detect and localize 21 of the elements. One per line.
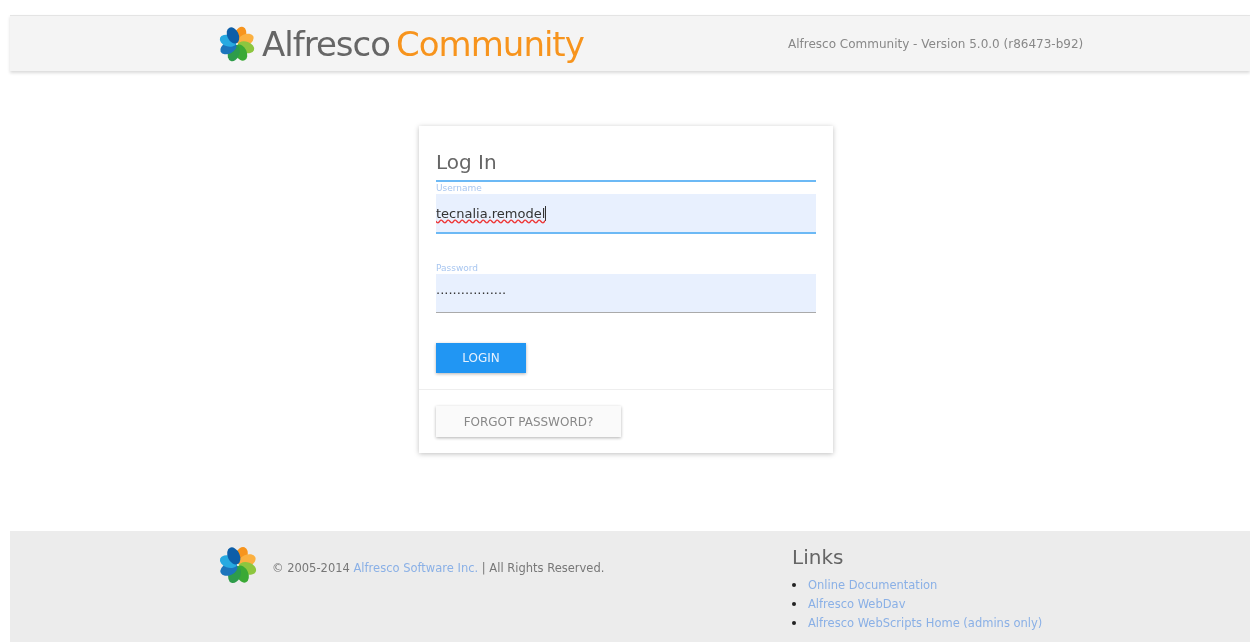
copyright-text: © 2005-2014 Alfresco Software Inc. | All Rights Reserved. xyxy=(272,561,605,575)
field-value: ················· xyxy=(436,285,507,301)
forgot-password-button[interactable]: FORGOT PASSWORD? xyxy=(436,406,621,437)
logo-icon xyxy=(218,545,258,585)
product-name: Community xyxy=(396,23,584,64)
links-heading: Links xyxy=(792,545,845,569)
footer-link[interactable]: Alfresco WebDav xyxy=(808,596,906,611)
field-label: Password xyxy=(436,263,479,273)
company-link[interactable]: Alfresco Software Inc. xyxy=(353,561,479,575)
login-title: Log In xyxy=(436,150,816,182)
footer-link[interactable]: Online Documentation xyxy=(808,577,938,592)
field-value: tecnalia.remodel xyxy=(436,205,547,221)
version-text: Alfresco Community - Version 5.0.0 (r86473-b92) xyxy=(788,36,1084,51)
bullet-icon xyxy=(792,582,796,587)
footer-link[interactable]: Alfresco WebScripts Home (admins only) xyxy=(808,615,1043,630)
login-button[interactable]: LOGIN xyxy=(436,343,526,373)
bullet-icon xyxy=(792,620,796,625)
logo-text: Alfresco xyxy=(262,23,391,64)
bullet-icon xyxy=(792,601,796,606)
field-label: Username xyxy=(436,183,482,193)
logo-icon xyxy=(218,24,256,63)
